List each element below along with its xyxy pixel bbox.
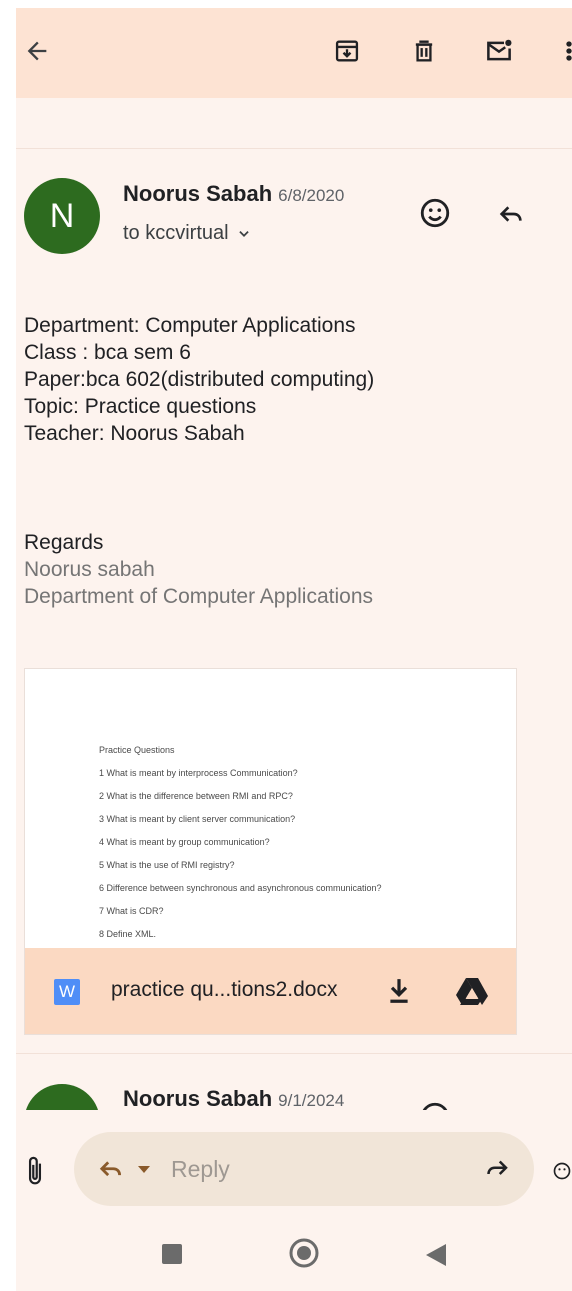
attach-paperclip-icon[interactable] bbox=[20, 1154, 50, 1188]
more-menu-icon[interactable] bbox=[552, 34, 572, 68]
preview-line: 4 What is meant by group communication? bbox=[99, 837, 270, 847]
signature-regards: Regards bbox=[24, 531, 104, 554]
signature-department: Department of Computer Applications bbox=[24, 585, 374, 608]
sender-name-text: Noorus Sabah bbox=[123, 181, 273, 206]
message-divider bbox=[16, 1053, 572, 1054]
preview-line: 2 What is the difference between RMI and… bbox=[99, 791, 293, 801]
preview-line: 7 What is CDR? bbox=[99, 906, 164, 916]
recipient-label: to kccvirtual bbox=[123, 222, 229, 244]
message-date: 9/1/2024 bbox=[278, 1091, 345, 1110]
attachment-preview: Practice Questions 1 What is meant by in… bbox=[99, 739, 382, 946]
emoji-reaction-icon[interactable] bbox=[416, 194, 454, 232]
message-body: Department: Computer Applications Class … bbox=[24, 312, 374, 447]
reply-composer: Reply bbox=[16, 1110, 572, 1291]
top-app-bar bbox=[16, 8, 572, 98]
avatar[interactable]: N bbox=[24, 178, 100, 254]
body-line: Class : bca sem 6 bbox=[24, 341, 191, 364]
chevron-down-icon bbox=[238, 230, 249, 237]
attachment-filename[interactable]: practice qu...tions2.docx bbox=[111, 978, 337, 1002]
header-divider bbox=[16, 148, 572, 149]
mark-unread-icon[interactable] bbox=[482, 34, 516, 68]
signature: Regards Noorus sabah Department of Compu… bbox=[24, 529, 373, 610]
preview-line: 5 What is the use of RMI registry? bbox=[99, 860, 235, 870]
reply-mode-dropdown-icon[interactable] bbox=[136, 1162, 152, 1178]
preview-line: 1 What is meant by interprocess Communic… bbox=[99, 768, 298, 778]
preview-line: Practice Questions bbox=[99, 745, 175, 755]
preview-line: 3 What is meant by client server communi… bbox=[99, 814, 296, 824]
attachment-card[interactable]: Practice Questions 1 What is meant by in… bbox=[24, 668, 517, 1035]
email-screen: N Noorus Sabah 6/8/2020 to kccvirtual Dep… bbox=[16, 8, 572, 1291]
preview-line: 6 Difference between synchronous and asy… bbox=[99, 883, 382, 893]
back-arrow-icon[interactable] bbox=[20, 34, 54, 68]
preview-line: 8 Define XML. bbox=[99, 929, 157, 939]
archive-icon[interactable] bbox=[330, 34, 364, 68]
reply-input-pill[interactable]: Reply bbox=[74, 1132, 534, 1206]
back-button[interactable] bbox=[424, 1242, 448, 1268]
reply-input[interactable]: Reply bbox=[171, 1156, 230, 1183]
signature-name: Noorus sabah bbox=[24, 558, 155, 581]
word-document-icon: W bbox=[54, 979, 80, 1005]
sender-name: Noorus Sabah 9/1/2024 bbox=[123, 1086, 344, 1112]
sender-name: Noorus Sabah 6/8/2020 bbox=[123, 181, 344, 207]
recipient-details[interactable]: to kccvirtual bbox=[123, 222, 251, 245]
home-button[interactable] bbox=[287, 1236, 321, 1270]
reply-icon[interactable] bbox=[492, 195, 530, 233]
forward-icon[interactable] bbox=[478, 1152, 514, 1186]
body-line: Paper:bca 602(distributed computing) bbox=[24, 368, 375, 391]
sender-name-text: Noorus Sabah bbox=[123, 1086, 273, 1111]
message-date: 6/8/2020 bbox=[278, 186, 345, 205]
delete-icon[interactable] bbox=[407, 34, 441, 68]
emoji-icon[interactable] bbox=[552, 1154, 572, 1188]
body-line: Department: Computer Applications bbox=[24, 314, 356, 337]
download-icon[interactable] bbox=[382, 974, 416, 1008]
body-line: Teacher: Noorus Sabah bbox=[24, 422, 245, 445]
attachment-info-bar: W practice qu...tions2.docx bbox=[25, 948, 516, 1034]
recent-apps-button[interactable] bbox=[160, 1242, 184, 1266]
save-to-drive-icon[interactable] bbox=[453, 974, 491, 1008]
body-line: Topic: Practice questions bbox=[24, 395, 257, 418]
reply-mode-icon[interactable] bbox=[94, 1154, 130, 1186]
